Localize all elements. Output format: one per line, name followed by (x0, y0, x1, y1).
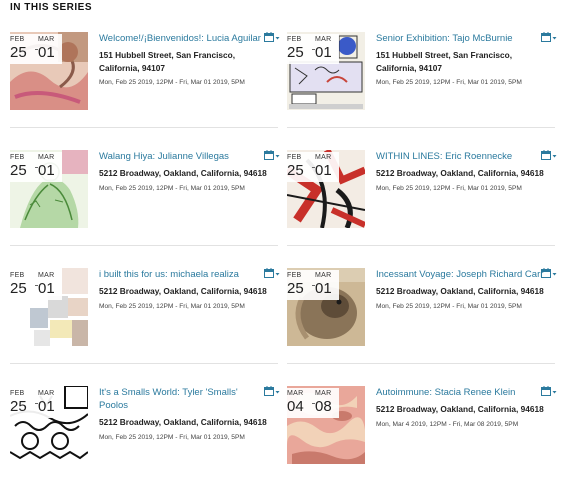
event-title-link[interactable]: Autoimmune: Stacia Renee Klein (376, 386, 544, 399)
calendar-add-icon[interactable] (541, 386, 557, 397)
event-info: Senior Exhibition: Tajo McBurnie 151 Hub… (376, 32, 544, 88)
event-thumbnail[interactable]: FEB 25 MAR 01 (10, 268, 88, 346)
start-day: 25 (10, 280, 27, 297)
event-title-link[interactable]: Welcome!/¡Bienvenidos!: Lucia Aguilar (99, 32, 267, 45)
end-day: 01 (315, 44, 332, 61)
event-thumbnail[interactable]: FEB 25 MAR 01 (287, 268, 365, 346)
start-day: 25 (10, 44, 27, 61)
event-title-link[interactable]: It's a Smalls World: Tyler 'Smalls' Pool… (99, 386, 267, 412)
event-card: FEB 25 MAR 01 Walang Hiya: Julianne Vill… (10, 150, 280, 262)
event-address: 5212 Broadway, Oakland, California, 9461… (376, 286, 544, 296)
event-thumbnail[interactable]: FEB 25 MAR 01 (287, 150, 365, 228)
end-month: MAR (315, 36, 332, 43)
start-day: 04 (287, 398, 304, 415)
start-month: MAR (287, 390, 304, 397)
event-dates: Mon, Mar 4 2019, 12PM - Fri, Mar 08 2019… (376, 420, 519, 428)
start-month: FEB (10, 36, 25, 43)
end-day: 01 (38, 398, 55, 415)
event-card: FEB 25 MAR 01 i built this for us: micha… (10, 268, 280, 380)
date-badge: MAR 04 MAR 08 (287, 388, 339, 418)
date-badge: FEB 25 MAR 01 (287, 270, 339, 300)
date-badge: FEB 25 MAR 01 (10, 270, 62, 300)
event-card: FEB 25 MAR 01 Incessant Voyage: Joseph R… (287, 268, 557, 380)
event-address: 5212 Broadway, Oakland, California, 9461… (99, 286, 267, 296)
end-day: 01 (38, 44, 55, 61)
start-month: FEB (10, 272, 25, 279)
event-card: FEB 25 MAR 01 Welcome!/¡Bienvenidos!: Lu… (10, 32, 280, 144)
end-day: 01 (38, 162, 55, 179)
event-address: 5212 Broadway, Oakland, California, 9461… (99, 168, 267, 178)
end-month: MAR (38, 36, 55, 43)
event-card: FEB 25 MAR 01 It's a Smalls World: Tyler… (10, 386, 280, 478)
date-badge: FEB 25 MAR 01 (10, 34, 62, 64)
event-dates: Mon, Feb 25 2019, 12PM - Fri, Mar 01 201… (376, 79, 522, 86)
calendar-add-icon[interactable] (264, 32, 280, 43)
event-thumbnail[interactable]: FEB 25 MAR 01 (10, 32, 88, 110)
start-day: 25 (287, 280, 304, 297)
date-badge: FEB 25 MAR 01 (10, 152, 62, 182)
calendar-add-icon[interactable] (264, 386, 280, 397)
event-address: 5212 Broadway, Oakland, California, 9461… (376, 168, 544, 178)
end-day: 08 (315, 398, 332, 415)
event-address: 151 Hubbell Street, San Francisco, Calif… (376, 50, 513, 73)
end-month: MAR (315, 272, 332, 279)
date-badge: FEB 25 MAR 01 (287, 152, 339, 182)
event-dates: Mon, Feb 25 2019, 12PM - Fri, Mar 01 201… (376, 184, 522, 192)
event-thumbnail[interactable]: FEB 25 MAR 01 (287, 32, 365, 110)
start-day: 25 (10, 162, 27, 179)
start-month: FEB (287, 272, 302, 279)
event-thumbnail[interactable]: FEB 25 MAR 01 (10, 150, 88, 228)
event-info: i built this for us: michaela realiza 52… (99, 268, 267, 312)
event-dates: Mon, Feb 25 2019, 12PM - Fri, Mar 01 201… (99, 302, 245, 310)
event-dates: Mon, Feb 25 2019, 12PM - Fri, Mar 01 201… (99, 184, 245, 192)
event-card: MAR 04 MAR 08 Autoimmune: Stacia Renee K… (287, 386, 557, 478)
event-info: It's a Smalls World: Tyler 'Smalls' Pool… (99, 386, 267, 443)
event-thumbnail[interactable]: MAR 04 MAR 08 (287, 386, 365, 464)
event-dates: Mon, Feb 25 2019, 12PM - Fri, Mar 01 201… (99, 433, 245, 441)
start-day: 25 (287, 162, 304, 179)
event-dates: Mon, Feb 25 2019, 12PM - Fri, Mar 01 201… (99, 79, 245, 86)
event-address: 5212 Broadway, Oakland, California, 9461… (99, 417, 267, 427)
start-month: FEB (10, 154, 25, 161)
event-info: Welcome!/¡Bienvenidos!: Lucia Aguilar 15… (99, 32, 267, 88)
event-card: FEB 25 MAR 01 Senior Exhibition: Tajo Mc… (287, 32, 557, 144)
end-day: 01 (315, 162, 332, 179)
event-title-link[interactable]: Senior Exhibition: Tajo McBurnie (376, 32, 544, 45)
end-month: MAR (38, 272, 55, 279)
calendar-add-icon[interactable] (541, 150, 557, 161)
end-month: MAR (315, 154, 332, 161)
start-month: FEB (10, 390, 25, 397)
event-dates: Mon, Feb 25 2019, 12PM - Fri, Mar 01 201… (376, 302, 522, 310)
event-title-link[interactable]: i built this for us: michaela realiza (99, 268, 267, 281)
end-month: MAR (315, 390, 332, 397)
event-info: Incessant Voyage: Joseph Richard Carr 52… (376, 268, 544, 312)
event-info: Autoimmune: Stacia Renee Klein 5212 Broa… (376, 386, 544, 430)
event-title-link[interactable]: Walang Hiya: Julianne Villegas (99, 150, 267, 163)
calendar-add-icon[interactable] (264, 268, 280, 279)
start-day: 25 (10, 398, 27, 415)
event-info: WITHIN LINES: Eric Roennecke 5212 Broadw… (376, 150, 544, 194)
event-card: FEB 25 MAR 01 WITHIN LINES: Eric Roennec… (287, 150, 557, 262)
end-day: 01 (315, 280, 332, 297)
end-day: 01 (38, 280, 55, 297)
end-month: MAR (38, 154, 55, 161)
date-badge: FEB 25 MAR 01 (287, 34, 339, 64)
end-month: MAR (38, 390, 55, 397)
calendar-add-icon[interactable] (541, 32, 557, 43)
event-title-link[interactable]: Incessant Voyage: Joseph Richard Carr (376, 268, 544, 281)
start-month: FEB (287, 154, 302, 161)
events-grid: FEB 25 MAR 01 Welcome!/¡Bienvenidos!: Lu… (0, 0, 565, 478)
event-title-link[interactable]: WITHIN LINES: Eric Roennecke (376, 150, 544, 163)
calendar-add-icon[interactable] (541, 268, 557, 279)
start-month: FEB (287, 36, 302, 43)
event-address: 5212 Broadway, Oakland, California, 9461… (376, 404, 544, 414)
date-badge: FEB 25 MAR 01 (10, 388, 62, 418)
event-address: 151 Hubbell Street, San Francisco, Calif… (99, 50, 236, 73)
calendar-add-icon[interactable] (264, 150, 280, 161)
start-day: 25 (287, 44, 304, 61)
event-thumbnail[interactable]: FEB 25 MAR 01 (10, 386, 88, 464)
event-info: Walang Hiya: Julianne Villegas 5212 Broa… (99, 150, 267, 194)
